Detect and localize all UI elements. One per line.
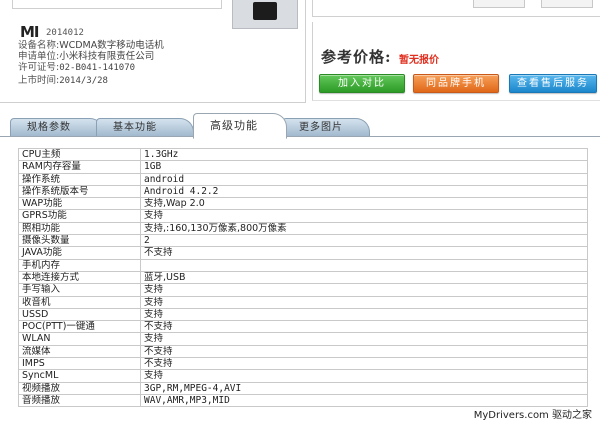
row-value: 支持 [140, 283, 588, 297]
row-key: RAM内存容量 [18, 160, 141, 174]
row-value: 不支持 [140, 344, 588, 359]
device-specs: 设备名称:WCDMA数字移动电话机 申请单位:小米科技有限责任公司 许可证号:0… [18, 40, 164, 87]
top-mini-button[interactable] [473, 0, 525, 8]
table-row: 音频播放 WAV,AMR,MP3,MID [18, 393, 588, 408]
row-key: 操作系统 [18, 172, 141, 186]
table-row: 视频播放 3GP,RM,MPEG-4,AVI [18, 381, 588, 395]
price-value: 暂无报价 [399, 55, 439, 66]
row-key: GPRS功能 [18, 209, 141, 223]
row-value [140, 258, 588, 272]
spec-device-name: 设备名称:WCDMA数字移动电话机 [18, 40, 164, 51]
row-key: 收音机 [18, 295, 141, 309]
row-key: 照相功能 [18, 221, 141, 236]
spec-release-date: 上市时间:2014/3/28 [18, 74, 108, 86]
row-key: 手机内存 [18, 258, 141, 272]
model-code: 2014012 [46, 28, 84, 38]
table-row: SyncML 支持 [18, 369, 588, 383]
row-value: 蓝牙,USB [140, 270, 588, 285]
row-key: 流媒体 [18, 344, 141, 359]
row-value: android [140, 172, 588, 186]
row-key: 操作系统版本号 [18, 184, 141, 199]
row-key: JAVA功能 [18, 246, 141, 260]
top-right-bar [312, 0, 600, 17]
spec-license: 许可证号:02-B041-141070 [18, 62, 136, 74]
row-key: USSD [18, 307, 141, 322]
row-value: Android 4.2.2 [140, 184, 588, 199]
after-sales-button[interactable]: 查看售后服务 [509, 74, 597, 93]
row-value: 1.3GHz [140, 147, 588, 162]
advanced-functions-table: CPU主频 1.3GHz RAM内存容量 1GB 操作系统 android 操作系统版本号 A… [18, 147, 588, 408]
table-row: WLAN 支持 [18, 332, 588, 346]
table-row: WAP功能 支持,Wap 2.0 [18, 197, 588, 211]
table-row: 手写输入 支持 [18, 283, 588, 297]
row-key: IMPS [18, 357, 141, 371]
price-label: 参考价格: [321, 48, 392, 66]
info-top-bar [12, 0, 222, 9]
row-value: 支持,:160,130万像素,800万像素 [140, 221, 588, 236]
device-info-card: MI 2014012 设备名称:WCDMA数字移动电话机 申请单位:小米科技有限… [0, 0, 306, 103]
row-key: 视频播放 [18, 381, 141, 395]
row-key: 本地连接方式 [18, 270, 141, 285]
row-value: 支持 [140, 369, 588, 383]
row-key: POC(PTT)一键通 [18, 320, 141, 334]
row-value: 支持 [140, 332, 588, 346]
tabs-divider [0, 136, 600, 137]
table-row: 操作系统 android [18, 172, 588, 186]
row-value: 1GB [140, 160, 588, 174]
row-key: WAP功能 [18, 197, 141, 211]
table-row: 摄像头数量 2 [18, 234, 588, 248]
watermark-brand: 驱动之家 [552, 410, 592, 421]
watermark: MyDrivers.com 驱动之家 [474, 406, 592, 421]
same-brand-button[interactable]: 同品牌手机 [413, 74, 499, 93]
table-row: RAM内存容量 1GB [18, 160, 588, 174]
table-row: USSD 支持 [18, 307, 588, 322]
table-row: POC(PTT)一键通 不支持 [18, 320, 588, 334]
table-row: 本地连接方式 蓝牙,USB [18, 270, 588, 285]
row-value: 不支持 [140, 246, 588, 260]
phone-thumbnail[interactable] [232, 0, 298, 29]
row-value: WAV,AMR,MP3,MID [140, 393, 588, 408]
row-value: 不支持 [140, 357, 588, 371]
watermark-site: MyDrivers.com [473, 410, 549, 421]
spec-applicant: 申请单位:小米科技有限责任公司 [18, 51, 155, 63]
tab-specs[interactable]: 规格参数 [10, 118, 104, 137]
table-row: CPU主频 1.3GHz [18, 147, 588, 162]
row-value: 支持,Wap 2.0 [140, 197, 588, 211]
row-key: 摄像头数量 [18, 234, 141, 248]
row-value: 2 [140, 234, 588, 248]
table-row: 照相功能 支持,:160,130万像素,800万像素 [18, 221, 588, 236]
row-value: 支持 [140, 307, 588, 322]
row-key: 音频播放 [18, 393, 141, 408]
top-mini-button[interactable] [541, 0, 593, 8]
phone-screen-image [253, 2, 277, 20]
table-row: 操作系统版本号 Android 4.2.2 [18, 184, 588, 199]
row-key: 手写输入 [18, 283, 141, 297]
row-key: CPU主频 [18, 147, 141, 162]
mi-logo: MI [20, 23, 39, 41]
tab-basic-functions[interactable]: 基本功能 [96, 118, 194, 137]
add-compare-button[interactable]: 加入对比 [319, 74, 405, 93]
row-value: 不支持 [140, 320, 588, 334]
row-key: WLAN [18, 332, 141, 346]
tab-more-images[interactable]: 更多图片 [282, 118, 370, 137]
row-key: SyncML [18, 369, 141, 383]
table-row: 流媒体 不支持 [18, 344, 588, 359]
table-row: 手机内存 [18, 258, 588, 272]
table-row: GPRS功能 支持 [18, 209, 588, 223]
price-panel: 参考价格: 暂无报价 加入对比 同品牌手机 查看售后服务 [312, 22, 600, 101]
table-row: JAVA功能 不支持 [18, 246, 588, 260]
tab-advanced-functions[interactable]: 高级功能 [193, 113, 287, 139]
row-value: 支持 [140, 209, 588, 223]
table-row: 收音机 支持 [18, 295, 588, 309]
row-value: 3GP,RM,MPEG-4,AVI [140, 381, 588, 395]
table-row: IMPS 不支持 [18, 357, 588, 371]
row-value: 支持 [140, 295, 588, 309]
